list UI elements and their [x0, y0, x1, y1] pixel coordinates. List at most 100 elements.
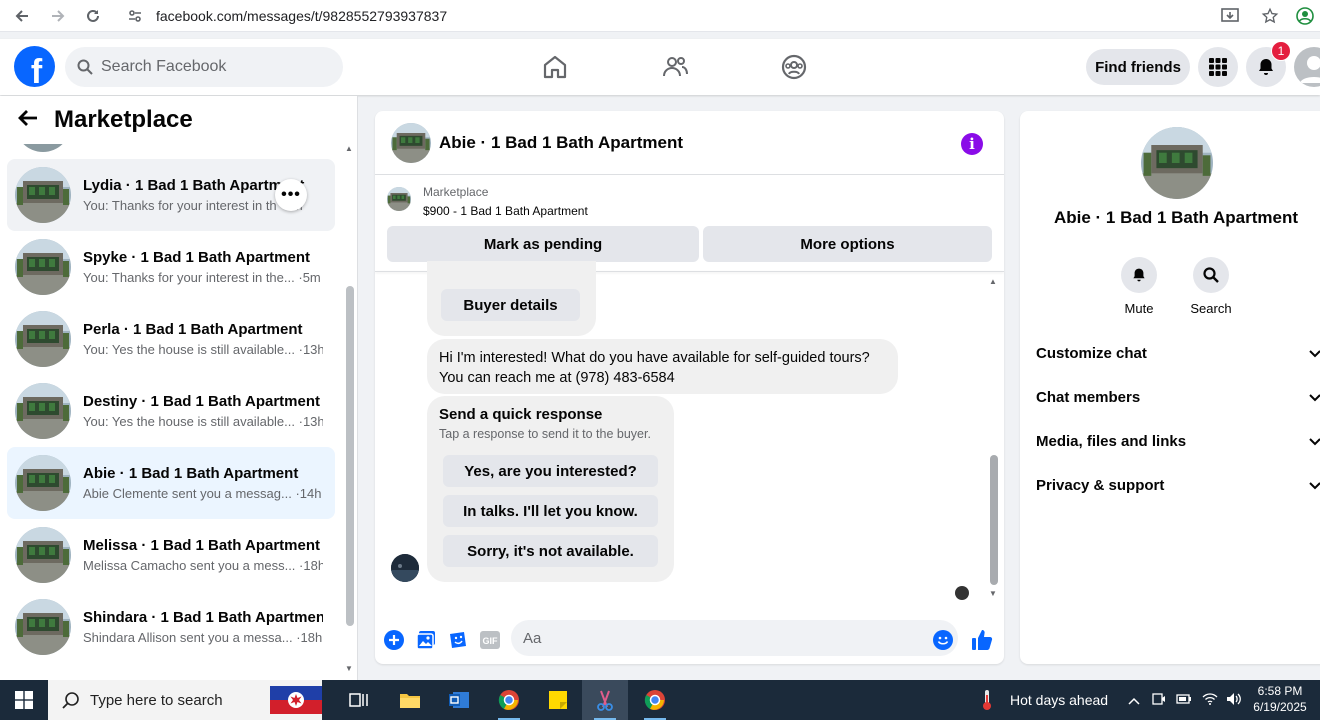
conversation-sidebar: Marketplace Lydia · 1 Bad 1 Bath Apartme…: [0, 96, 358, 680]
info-icon[interactable]: i: [961, 133, 983, 155]
conversation-thumbnail: [15, 527, 71, 583]
conversation-thumbnail: [15, 599, 71, 655]
mute-label: Mute: [1124, 301, 1154, 316]
address-bar[interactable]: facebook.com/messages/t/9828552793937837: [120, 1, 1290, 31]
quick-response-not-available-button[interactable]: Sorry, it's not available.: [443, 535, 658, 567]
bookmark-star-icon[interactable]: [1250, 7, 1290, 25]
windows-start-icon[interactable]: [0, 680, 48, 720]
sticker-icon[interactable]: [446, 628, 470, 652]
search-conversation-button[interactable]: Search: [1176, 257, 1246, 316]
notification-badge: 1: [1271, 41, 1291, 61]
conversation-preview: You: Yes the house is still available...…: [83, 342, 323, 357]
conversation-item[interactable]: Melissa · 1 Bad 1 Bath Apartment Melissa …: [7, 519, 335, 591]
conversation-item[interactable]: Shindara · 1 Bad 1 Bath Apartment Shindar…: [7, 591, 335, 663]
url-text[interactable]: facebook.com/messages/t/9828552793937837: [156, 8, 447, 24]
quick-response-card: Send a quick response Tap a response to …: [427, 396, 674, 582]
quick-response-yes-button[interactable]: Yes, are you interested?: [443, 455, 658, 487]
conversation-thumbnail: [15, 311, 71, 367]
sticky-notes-icon[interactable]: [535, 680, 581, 720]
search-icon[interactable]: [1193, 257, 1229, 293]
chrome-profile-icon[interactable]: [632, 680, 678, 720]
preview-text: Shindara Allison sent you a messa...: [83, 630, 293, 645]
mute-button[interactable]: Mute: [1104, 257, 1174, 316]
flag-widget-icon[interactable]: [270, 682, 322, 718]
profile-thumbnail[interactable]: [1141, 127, 1213, 199]
scroll-up-icon[interactable]: ▲: [345, 144, 353, 153]
chat-title[interactable]: Abie · 1 Bad 1 Bath Apartment: [439, 133, 683, 153]
find-friends-button[interactable]: Find friends: [1086, 49, 1190, 85]
taskbar-clock[interactable]: 6:58 PM 6/19/2025: [1250, 683, 1310, 715]
search-input[interactable]: Search Facebook: [65, 47, 343, 87]
scroll-down-icon[interactable]: ▼: [345, 664, 353, 673]
reload-icon[interactable]: [75, 0, 111, 32]
forward-icon[interactable]: [40, 0, 76, 32]
preview-time: ·18h: [299, 558, 323, 573]
buyer-details-button[interactable]: Buyer details: [441, 289, 580, 321]
snipping-tool-icon[interactable]: [582, 680, 628, 720]
sidebar-scrollbar[interactable]: ▲ ▼: [344, 144, 356, 674]
back-icon[interactable]: [4, 0, 40, 32]
home-icon[interactable]: [525, 39, 585, 95]
partial-thumbnail: [15, 144, 71, 152]
chat-scroll-thumb[interactable]: [990, 455, 998, 585]
media-files-links-row[interactable]: Media, files and links: [1036, 419, 1320, 463]
more-options-icon[interactable]: •••: [275, 179, 307, 211]
chrome-icon[interactable]: [486, 680, 532, 720]
chat-thumbnail[interactable]: [391, 122, 431, 163]
sidebar-scroll-thumb[interactable]: [346, 286, 354, 626]
mute-bell-icon[interactable]: [1121, 257, 1157, 293]
clock-date: 6/19/2025: [1253, 700, 1307, 714]
battery-icon[interactable]: [1176, 693, 1192, 708]
conversation-item[interactable]: Spyke · 1 Bad 1 Bath Apartment You: Thank…: [7, 231, 335, 303]
wifi-icon[interactable]: [1202, 692, 1218, 708]
emoji-icon[interactable]: [931, 628, 955, 652]
back-arrow-icon[interactable]: [18, 106, 54, 134]
privacy-support-row[interactable]: Privacy & support: [1036, 463, 1320, 507]
chat-members-row[interactable]: Chat members: [1036, 375, 1320, 419]
chat-scroll-down-icon[interactable]: ▼: [989, 589, 997, 598]
add-plus-icon[interactable]: [382, 628, 406, 652]
read-receipt-avatar: [955, 586, 969, 600]
install-icon[interactable]: [1210, 8, 1250, 24]
site-info-icon[interactable]: [120, 8, 150, 24]
outlook-app-icon[interactable]: [436, 680, 482, 720]
sidebar-title: Marketplace: [54, 106, 193, 133]
facebook-logo[interactable]: f: [14, 46, 55, 87]
more-options-button[interactable]: More options: [703, 226, 992, 262]
message-input[interactable]: Aa: [511, 620, 958, 656]
friends-icon[interactable]: [645, 39, 705, 95]
profile-icon[interactable]: [1290, 7, 1320, 25]
groups-icon[interactable]: [764, 39, 824, 95]
chat-scrollbar[interactable]: ▲ ▼: [988, 277, 1000, 601]
mark-pending-button[interactable]: Mark as pending: [387, 226, 699, 262]
quick-response-in-talks-button[interactable]: In talks. I'll let you know.: [443, 495, 658, 527]
conversation-name: Destiny · 1 Bad 1 Bath Apartment: [83, 393, 320, 410]
chevron-up-icon[interactable]: [1128, 693, 1140, 708]
like-thumb-icon[interactable]: [970, 628, 994, 652]
sender-avatar[interactable]: [391, 554, 419, 582]
weather-widget[interactable]: Hot days ahead: [980, 680, 1108, 720]
conversation-item[interactable]: Destiny · 1 Bad 1 Bath Apartment You: Yes…: [7, 375, 335, 447]
chat-scroll-up-icon[interactable]: ▲: [989, 277, 997, 286]
chat-details-panel: Abie · 1 Bad 1 Bath Apartment Mute Searc…: [1020, 111, 1320, 664]
conversation-item[interactable]: Perla · 1 Bad 1 Bath Apartment You: Yes t…: [7, 303, 335, 375]
conversation-item[interactable]: Lydia · 1 Bad 1 Bath Apartment You: Thank…: [7, 159, 335, 231]
volume-icon[interactable]: [1226, 692, 1242, 709]
conversation-preview: You: Thanks for your interest in the... …: [83, 270, 323, 285]
file-explorer-icon[interactable]: [387, 680, 433, 720]
customize-chat-row[interactable]: Customize chat: [1036, 331, 1320, 375]
gif-icon[interactable]: GIF: [478, 628, 502, 652]
menu-grid-icon[interactable]: [1198, 47, 1238, 87]
photo-icon[interactable]: [414, 628, 438, 652]
quick-response-title: Send a quick response: [439, 406, 603, 423]
preview-time: ·13h: [298, 342, 323, 357]
meet-now-icon[interactable]: [1152, 692, 1166, 709]
task-view-icon[interactable]: [336, 680, 382, 720]
listing-summary[interactable]: Marketplace $900 - 1 Bad 1 Bath Apartmen…: [387, 185, 588, 218]
conversation-item[interactable]: Abie · 1 Bad 1 Bath Apartment Abie Clemen…: [7, 447, 335, 519]
message-composer: GIF Aa: [375, 616, 1004, 664]
weather-label: Hot days ahead: [1010, 692, 1109, 708]
listing-title: $900 - 1 Bad 1 Bath Apartment: [423, 204, 588, 218]
preview-text: Abie Clemente sent you a messag...: [83, 486, 292, 501]
taskbar-search-icon: [62, 692, 79, 709]
